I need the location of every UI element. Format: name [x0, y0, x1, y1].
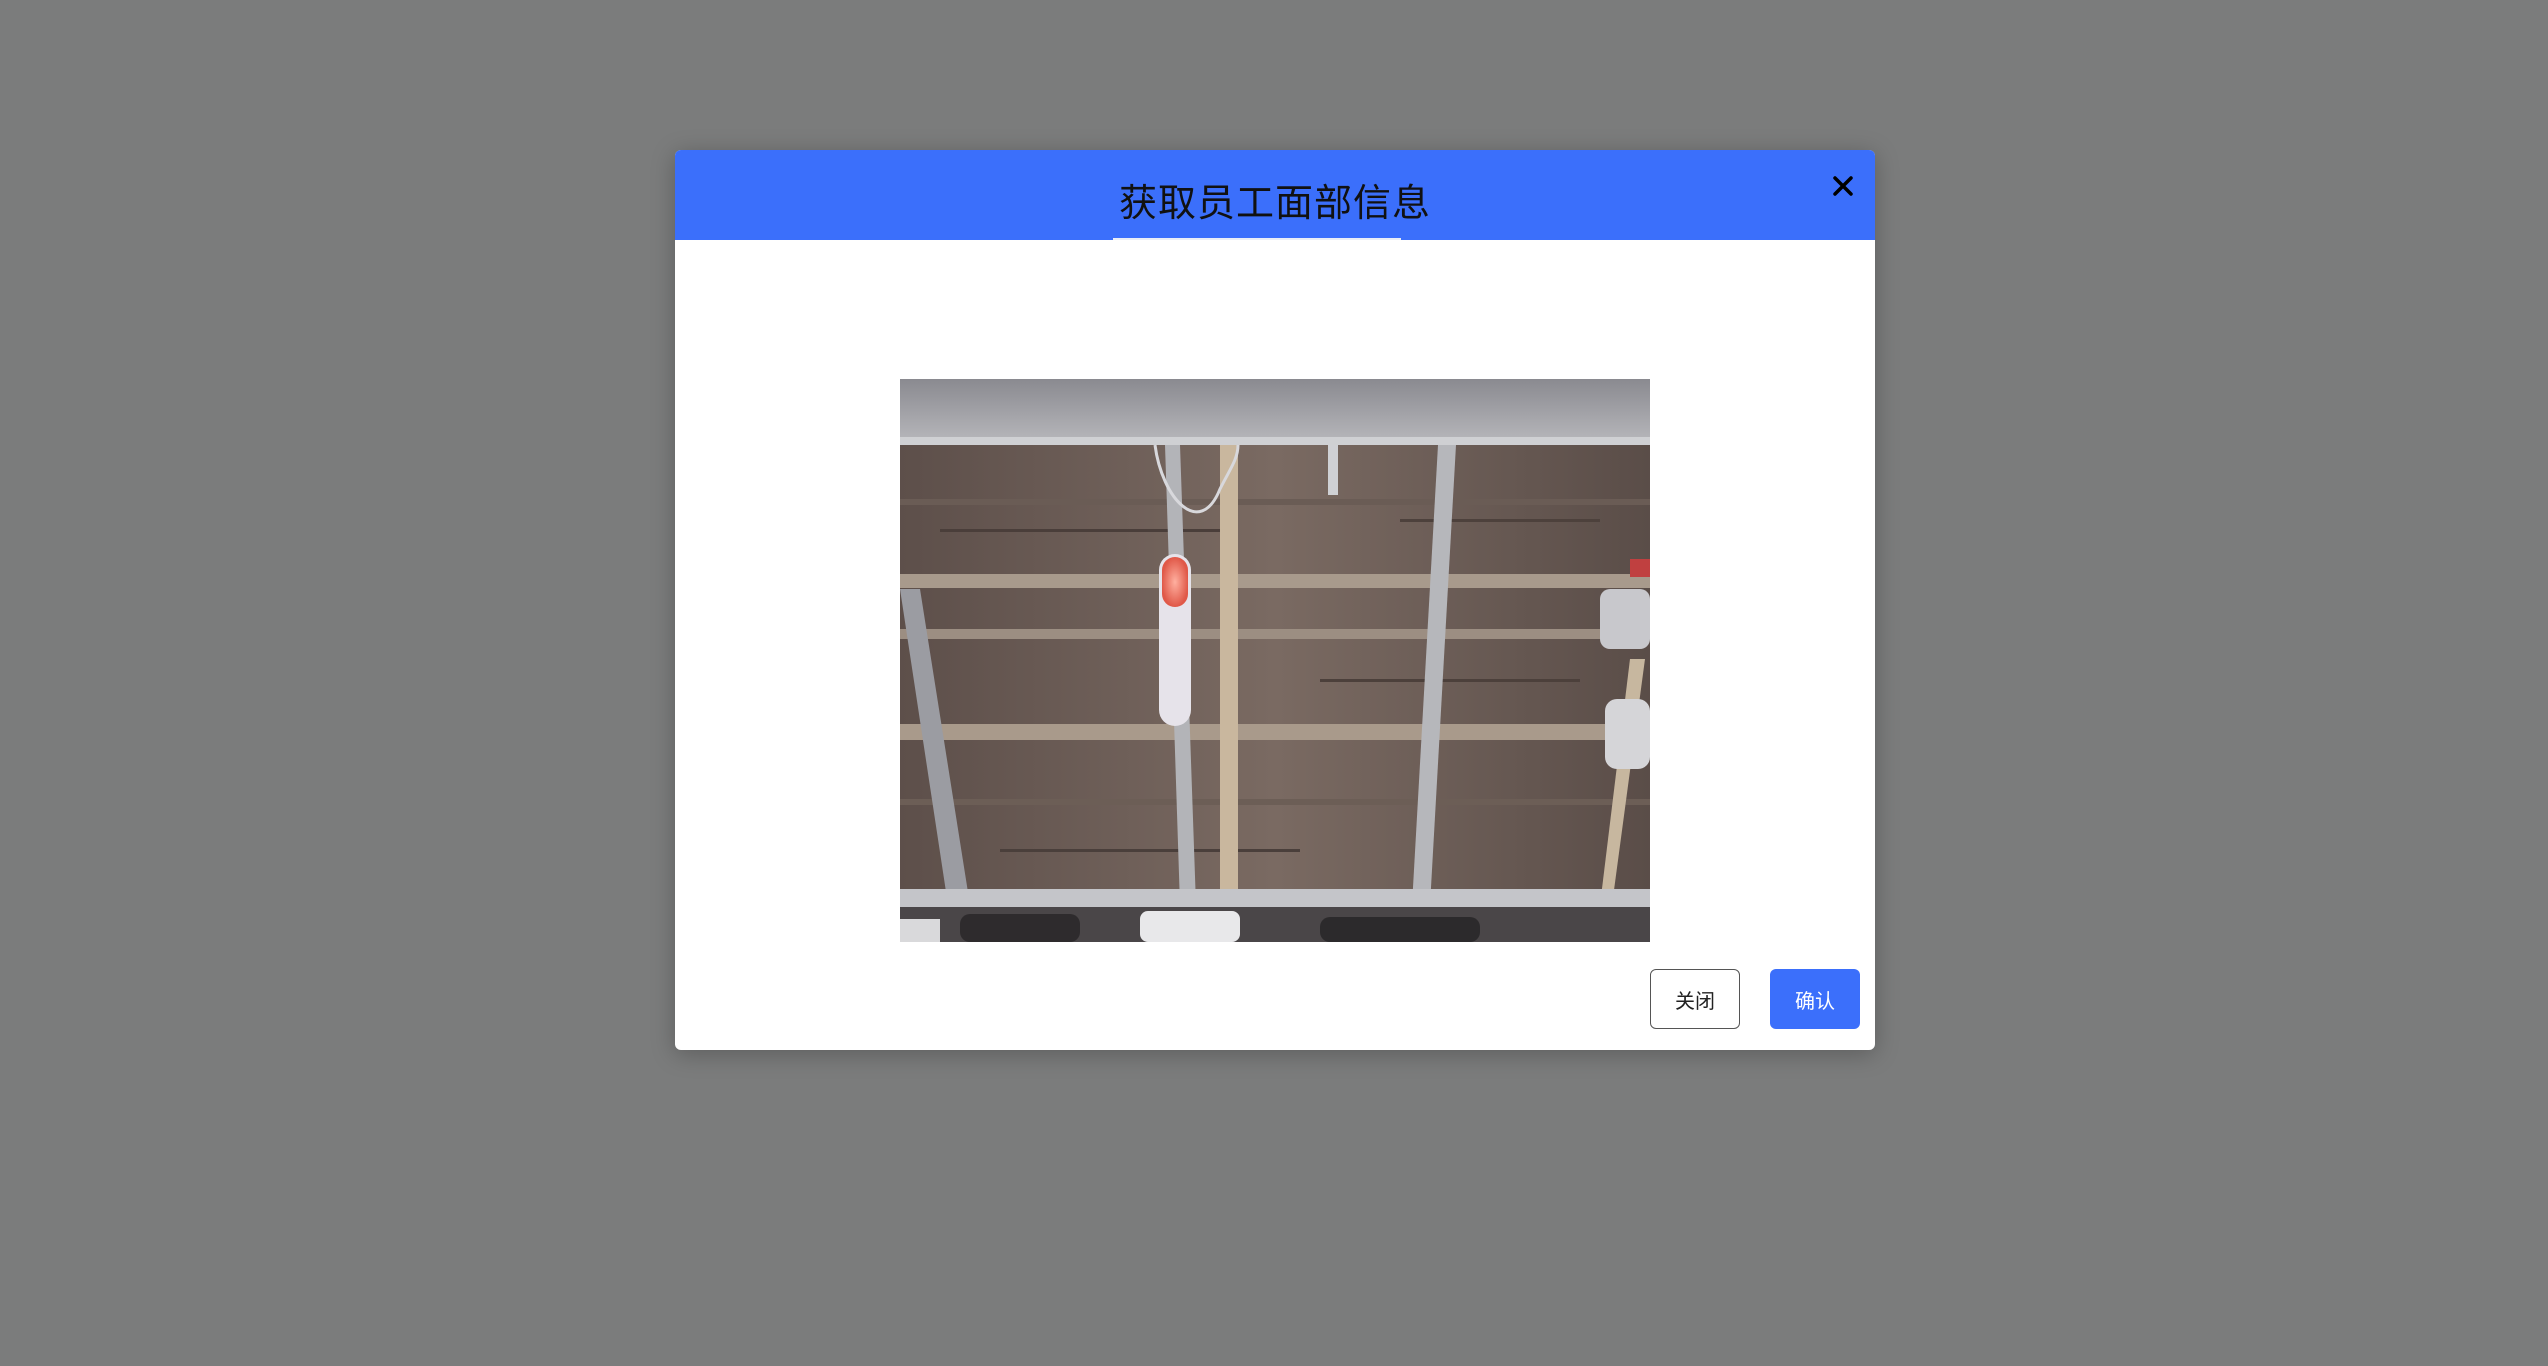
dialog-header: 获取员工面部信息 — [675, 150, 1875, 240]
dialog-title: 获取员工面部信息 — [1118, 181, 1431, 225]
close-icon[interactable] — [1825, 168, 1861, 204]
confirm-button[interactable]: 确认 — [1770, 969, 1860, 1029]
face-capture-dialog: 获取员工面部信息 关闭 确认 — [675, 150, 1875, 1050]
title-underline — [1113, 238, 1401, 240]
webcam-feed-image — [900, 379, 1650, 942]
close-button[interactable]: 关闭 — [1650, 969, 1740, 1029]
camera-preview — [900, 379, 1650, 942]
